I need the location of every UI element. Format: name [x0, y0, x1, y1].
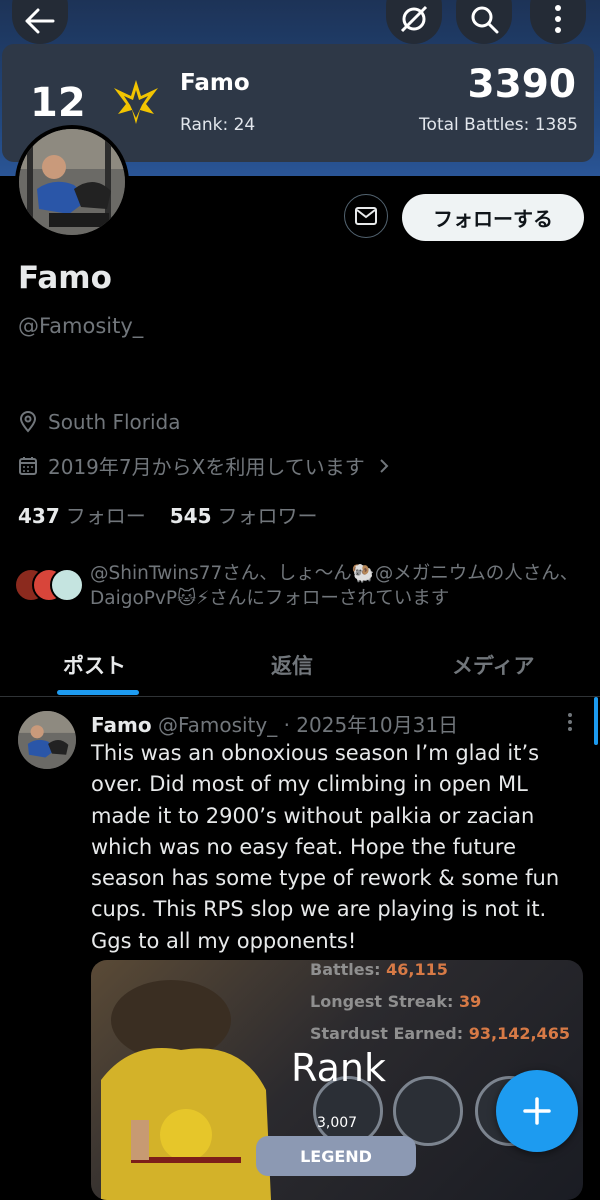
joined-text: 2019年7月からXを利用しています: [48, 455, 365, 479]
banner-rank: Rank: 24: [180, 115, 256, 135]
followers-label: フォロワー: [217, 504, 318, 528]
post-author-avatar[interactable]: [18, 711, 76, 769]
profile-location: South Florida: [18, 410, 181, 434]
post-text: This was an obnoxious season I’m glad it…: [91, 741, 560, 953]
following-label: フォロー: [65, 504, 146, 528]
following-link[interactable]: 437 フォロー: [18, 500, 146, 529]
follow-counts: 437 フォロー 545 フォロワー: [18, 500, 318, 529]
stat-streak-label: Longest Streak:: [310, 992, 454, 1011]
arrow-left-icon: [25, 8, 55, 34]
plus-icon: [523, 1097, 551, 1125]
more-vertical-icon: [568, 713, 572, 731]
banner-total-battles: Total Battles: 1385: [419, 115, 578, 135]
compose-post-button[interactable]: [496, 1070, 578, 1152]
stat-stardust: Stardust Earned: 93,142,465: [310, 1024, 570, 1043]
following-count: 437: [18, 504, 60, 528]
search-icon: [471, 6, 499, 34]
followed-by-text[interactable]: @ShinTwins77さん、しょ〜ん🐏@メガニウムの人さん、DaigoPvP🐱…: [90, 561, 590, 611]
post-author-name[interactable]: Famo: [91, 713, 152, 737]
tab-media[interactable]: メディア: [452, 650, 535, 680]
chevron-right-icon: [380, 458, 389, 473]
banner-rating: 3390: [467, 62, 576, 107]
map-pin-icon: [19, 411, 37, 433]
location-text: South Florida: [48, 410, 181, 434]
followers-count: 545: [169, 504, 212, 528]
eye-slash-icon: [400, 5, 428, 33]
more-vertical-icon: [555, 5, 561, 33]
profile-avatar[interactable]: [15, 125, 129, 239]
post-author-handle[interactable]: @Famosity_: [158, 713, 277, 737]
stat-battles: Battles: 46,115: [310, 960, 448, 979]
post-header: Famo @Famosity_ · 2025年10月31日: [91, 709, 458, 738]
stat-stardust-label: Stardust Earned:: [310, 1024, 464, 1043]
tab-posts[interactable]: ポスト: [63, 650, 126, 680]
post-more-button[interactable]: [563, 711, 577, 737]
profile-display-name: Famo: [18, 260, 112, 296]
banner-trainer-name: Famo: [180, 70, 250, 96]
stat-streak: Longest Streak: 39: [310, 992, 481, 1011]
scroll-indicator: [594, 697, 598, 745]
post-date[interactable]: · 2025年10月31日: [284, 713, 459, 737]
active-tab-indicator: [57, 690, 139, 695]
message-button[interactable]: [344, 194, 388, 238]
profile-joined[interactable]: 2019年7月からXを利用しています: [18, 451, 401, 480]
profile-handle: @Famosity_: [18, 314, 144, 338]
followers-link[interactable]: 545 フォロワー: [170, 500, 318, 529]
tier-badge: LEGEND: [256, 1136, 416, 1176]
media-rank-score: 3,007: [317, 1115, 358, 1131]
media-rank-title: Rank: [291, 1046, 386, 1090]
follow-button[interactable]: フォローする: [402, 194, 584, 241]
envelope-icon: [355, 207, 377, 225]
stat-streak-value: 39: [458, 992, 482, 1011]
stat-battles-value: 46,115: [386, 960, 448, 979]
calendar-icon: [19, 456, 37, 475]
stat-battles-label: Battles:: [310, 960, 381, 979]
trainer-level: 12: [30, 80, 86, 126]
tab-replies[interactable]: 返信: [271, 650, 313, 680]
team-instinct-logo: [108, 74, 164, 134]
follower-avatar: [50, 568, 84, 602]
stat-stardust-value: 93,142,465: [468, 1024, 570, 1043]
